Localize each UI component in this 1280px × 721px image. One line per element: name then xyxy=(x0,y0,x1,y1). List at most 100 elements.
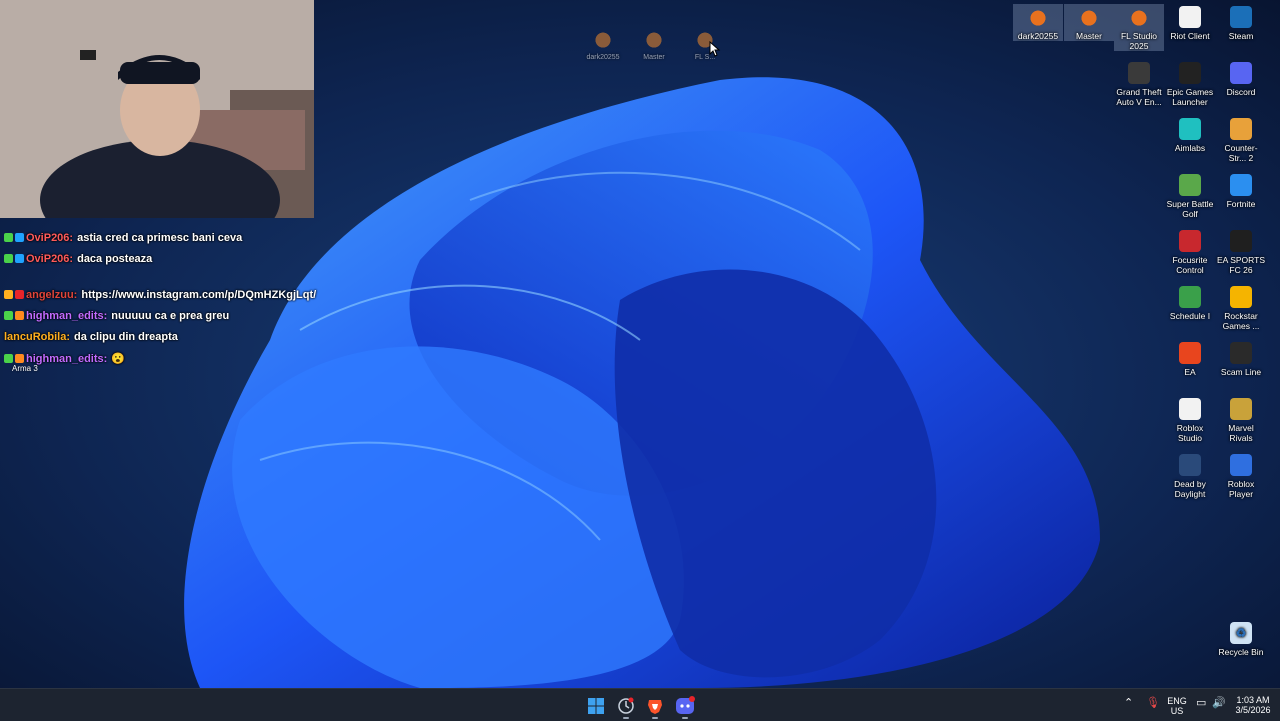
file-icon xyxy=(1179,6,1201,28)
desktop-icon-fortnite[interactable]: Fortnite xyxy=(1216,172,1266,209)
desktop-icon-gta[interactable]: Grand Theft Auto V En... xyxy=(1114,60,1164,107)
desktop-icon-label: Recycle Bin xyxy=(1218,647,1264,657)
chat-badge-icon xyxy=(4,290,13,299)
desktop-icon-cs2[interactable]: Counter-Str... 2 xyxy=(1216,116,1266,163)
desktop-icon-schedule[interactable]: Schedule I xyxy=(1165,284,1215,321)
desktop-icon-dbd[interactable]: Dead by Daylight xyxy=(1165,452,1215,499)
chat-badge-icon xyxy=(15,290,24,299)
chat-badge-icon xyxy=(15,254,24,263)
chat-message: lancuRobila: da clipu din dreapta xyxy=(4,331,178,343)
epic-games-icon xyxy=(1179,62,1201,84)
chat-message: highman_edits: nuuuuu ca e prea greu xyxy=(4,310,229,322)
fl-studio-icon xyxy=(643,28,665,50)
volume-icon[interactable]: 🔊 xyxy=(1212,698,1226,709)
roblox-player-icon xyxy=(1230,454,1252,476)
clock-time: 1:03 AM xyxy=(1236,695,1270,705)
desktop-icon-label: Super Battle Golf xyxy=(1166,199,1214,219)
running-indicator xyxy=(682,717,688,719)
desktop-icon-ea[interactable]: EA xyxy=(1165,340,1215,377)
taskbar-app-discord[interactable] xyxy=(675,696,695,716)
desktop-icon-epic-games[interactable]: Epic Games Launcher xyxy=(1165,60,1215,107)
desktop-icon-label: Master xyxy=(1076,31,1102,41)
microphone-icon[interactable]: 🎙 xyxy=(1146,698,1160,709)
mouse-cursor-icon xyxy=(709,41,721,57)
running-indicator xyxy=(652,717,658,719)
schedule-icon xyxy=(1179,286,1201,308)
chat-badge-icon xyxy=(4,311,13,320)
fortnite-icon xyxy=(1230,174,1252,196)
chat-message: OviP206: daca posteaza xyxy=(4,253,152,265)
desktop-icon-label: Scam Line xyxy=(1220,367,1262,377)
network-icon[interactable]: ▭ xyxy=(1196,698,1206,709)
chat-username: highman_edits: xyxy=(26,310,108,322)
language-indicator[interactable]: ENG US xyxy=(1166,696,1188,716)
desktop-icon-roblox-player[interactable]: Roblox Player xyxy=(1216,452,1266,499)
chat-username: angelzuu: xyxy=(26,289,78,301)
desktop-icon-label: EA xyxy=(1184,367,1196,377)
desktop-icon-scam-line[interactable]: Scam Line xyxy=(1216,340,1266,377)
clock[interactable]: 1:03 AM 3/5/2026 xyxy=(1228,695,1278,715)
start-button[interactable] xyxy=(586,696,606,716)
fc26-icon xyxy=(1230,230,1252,252)
desktop-icon-fl-studio[interactable]: dark20255 xyxy=(1013,4,1063,41)
desktop-icon-label: dark20255 xyxy=(1017,31,1059,41)
fl-studio-icon xyxy=(1027,6,1049,28)
show-hidden-icons-button[interactable]: ⌃ xyxy=(1124,698,1133,709)
chat-badge-icon xyxy=(15,311,24,320)
chat-message: OviP206: astia cred ca primesc bani ceva xyxy=(4,232,242,244)
webcam-overlay xyxy=(0,0,314,218)
chat-text: 😮 xyxy=(111,353,125,365)
desktop-icon-label: Counter-Str... 2 xyxy=(1224,143,1258,163)
desktop-icon-label: Rockstar Games ... xyxy=(1222,311,1260,331)
chat-text: https://www.instagram.com/p/DQmHZKgjLqt/ xyxy=(81,289,317,301)
chat-text: da clipu din dreapta xyxy=(74,331,178,343)
desktop-icon-recycle-bin[interactable]: ♻ Recycle Bin xyxy=(1216,622,1266,657)
taskbar: ⌃ 🎙 ENG US ▭ 🔊 1:03 AM 3/5/2026 xyxy=(0,688,1280,721)
fl-studio-icon xyxy=(592,28,614,50)
discord-icon xyxy=(676,696,695,714)
desktop-icon-label: Focusrite Control xyxy=(1172,255,1208,275)
desktop-icon-aimlabs[interactable]: Aimlabs xyxy=(1165,116,1215,153)
focusrite-icon xyxy=(1179,230,1201,252)
chat-text: astia cred ca primesc bani ceva xyxy=(77,232,243,244)
desktop-icon-label: Fortnite xyxy=(1226,199,1256,209)
desktop-icon-fc26[interactable]: EA SPORTS FC 26 xyxy=(1216,228,1266,275)
desktop-icon-label: EA SPORTS FC 26 xyxy=(1216,255,1266,275)
desktop-icon-label: Grand Theft Auto V En... xyxy=(1116,87,1162,107)
desktop-icon-rockstar[interactable]: Rockstar Games ... xyxy=(1216,284,1266,331)
scam-line-icon xyxy=(1230,342,1252,364)
desktop-icon-roblox-studio[interactable]: Roblox Studio xyxy=(1165,396,1215,443)
ea-icon xyxy=(1179,342,1201,364)
clock-date: 3/5/2026 xyxy=(1235,705,1271,715)
chat-username: lancuRobila: xyxy=(4,331,71,343)
chat-message: angelzuu: https://www.instagram.com/p/DQm… xyxy=(4,289,316,301)
desktop-icon-label: Aimlabs xyxy=(1174,143,1206,153)
gta-icon xyxy=(1128,62,1150,84)
roblox-studio-icon xyxy=(1179,398,1201,420)
chat-badge-icon xyxy=(15,354,24,363)
chat-text: nuuuuu ca e prea greu xyxy=(111,310,230,322)
desktop-icon-label: Marvel Rivals xyxy=(1228,423,1254,443)
desktop-icon-marvel-rivals[interactable]: Marvel Rivals xyxy=(1216,396,1266,443)
dragged-desktop-icon[interactable]: FL S... xyxy=(680,28,730,63)
desktop-icon-discord[interactable]: Discord xyxy=(1216,60,1266,97)
desktop-icon-focusrite[interactable]: Focusrite Control xyxy=(1165,228,1215,275)
dragged-desktop-icon[interactable]: dark20255 xyxy=(578,28,628,63)
chat-badge-icon xyxy=(4,233,13,242)
desktop-icon-label: Riot Client xyxy=(1170,31,1210,41)
windows-icon xyxy=(588,698,604,714)
desktop-icon-label: dark20255 xyxy=(586,54,620,61)
desktop-icon-fl-studio[interactable]: FL Studio 2025 xyxy=(1114,4,1164,51)
fl-studio-icon xyxy=(1128,6,1150,28)
clock-icon xyxy=(618,697,634,714)
desktop-icon-golf[interactable]: Super Battle Golf xyxy=(1165,172,1215,219)
dragged-desktop-icon[interactable]: Master xyxy=(629,28,679,63)
language-label: ENG xyxy=(1167,696,1187,706)
desktop-icon-label: Roblox Player xyxy=(1227,479,1255,499)
chat-badge-icon xyxy=(4,354,13,363)
desktop-icon-file[interactable]: Riot Client xyxy=(1165,4,1215,41)
taskbar-app-brave[interactable] xyxy=(645,696,665,716)
taskbar-app-timer[interactable] xyxy=(616,696,636,716)
desktop-icon-fl-studio[interactable]: Master xyxy=(1064,4,1114,41)
desktop-icon-steam[interactable]: Steam xyxy=(1216,4,1266,41)
